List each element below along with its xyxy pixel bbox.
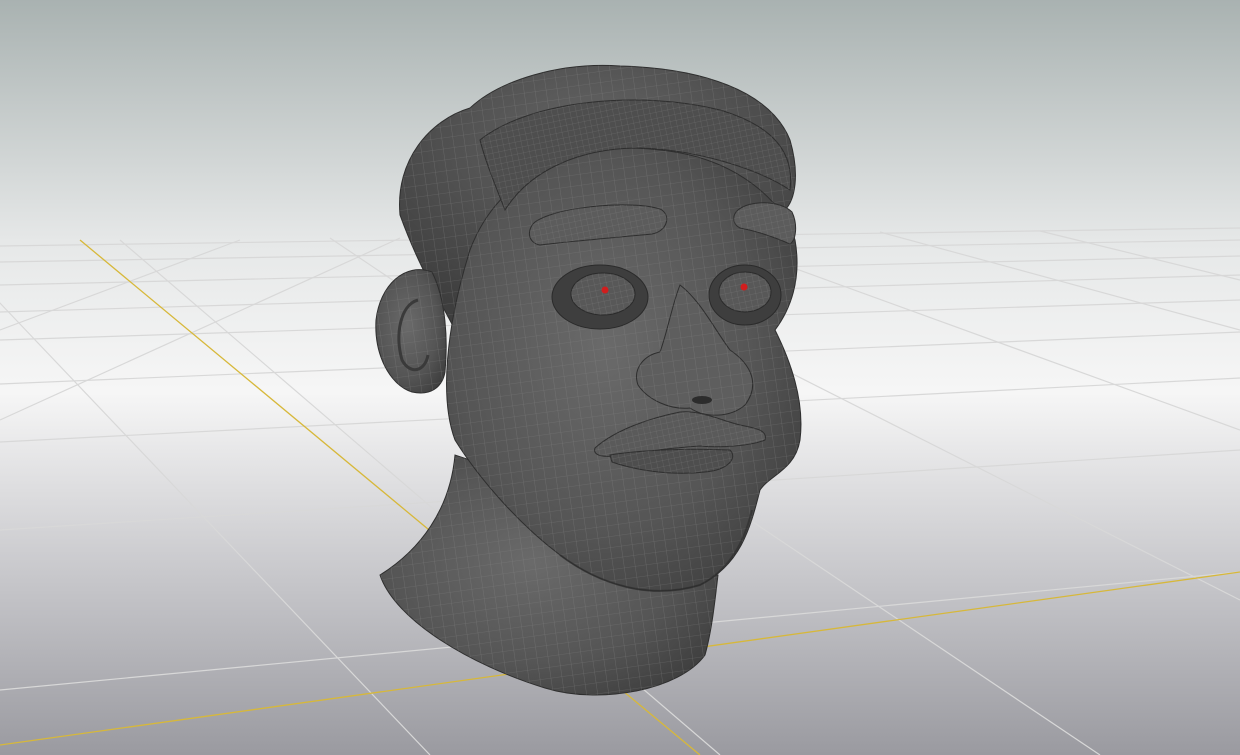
nostril [692,396,712,404]
left-pupil-marker [601,286,609,294]
right-eyeball-wireframe [719,272,771,312]
right-pupil-marker [740,283,748,291]
3d-viewport[interactable] [0,0,1240,755]
viewport-canvas[interactable] [0,0,1240,755]
left-eyeball-wireframe [571,273,635,315]
